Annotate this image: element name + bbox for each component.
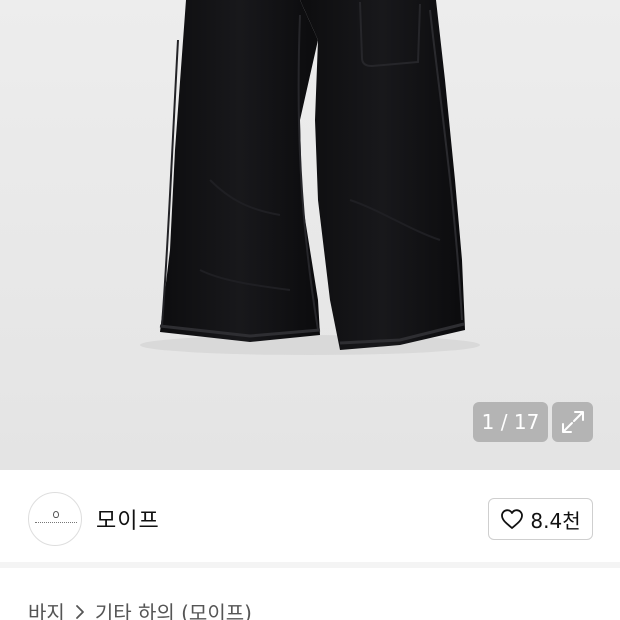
breadcrumb: 바지 기타 하의 (모이프) [28, 597, 252, 620]
chevron-right-icon [75, 604, 84, 619]
shop-name[interactable]: 모이프 [96, 503, 160, 535]
like-count: 8.4천 [530, 508, 581, 533]
shop-logo-mark [35, 522, 77, 523]
shop-logo-icon [53, 511, 59, 518]
image-counter: 1 / 17 [473, 402, 548, 442]
breadcrumb-subcategory[interactable]: 기타 하의 (모이프) [95, 597, 252, 620]
product-image [140, 0, 480, 355]
expand-icon [561, 411, 584, 433]
shop-info-row: 모이프 8.4천 [0, 470, 620, 562]
product-image-gallery[interactable]: 1 / 17 [0, 0, 620, 470]
breadcrumb-category[interactable]: 바지 [28, 597, 65, 620]
shop-avatar[interactable] [28, 492, 82, 546]
heart-icon [501, 509, 524, 529]
expand-button[interactable] [552, 402, 593, 442]
section-divider [0, 562, 620, 568]
like-button[interactable]: 8.4천 [488, 498, 593, 540]
product-page: 1 / 17 모이프 8.4천 바지 기타 하의 (모이프) [0, 0, 620, 620]
